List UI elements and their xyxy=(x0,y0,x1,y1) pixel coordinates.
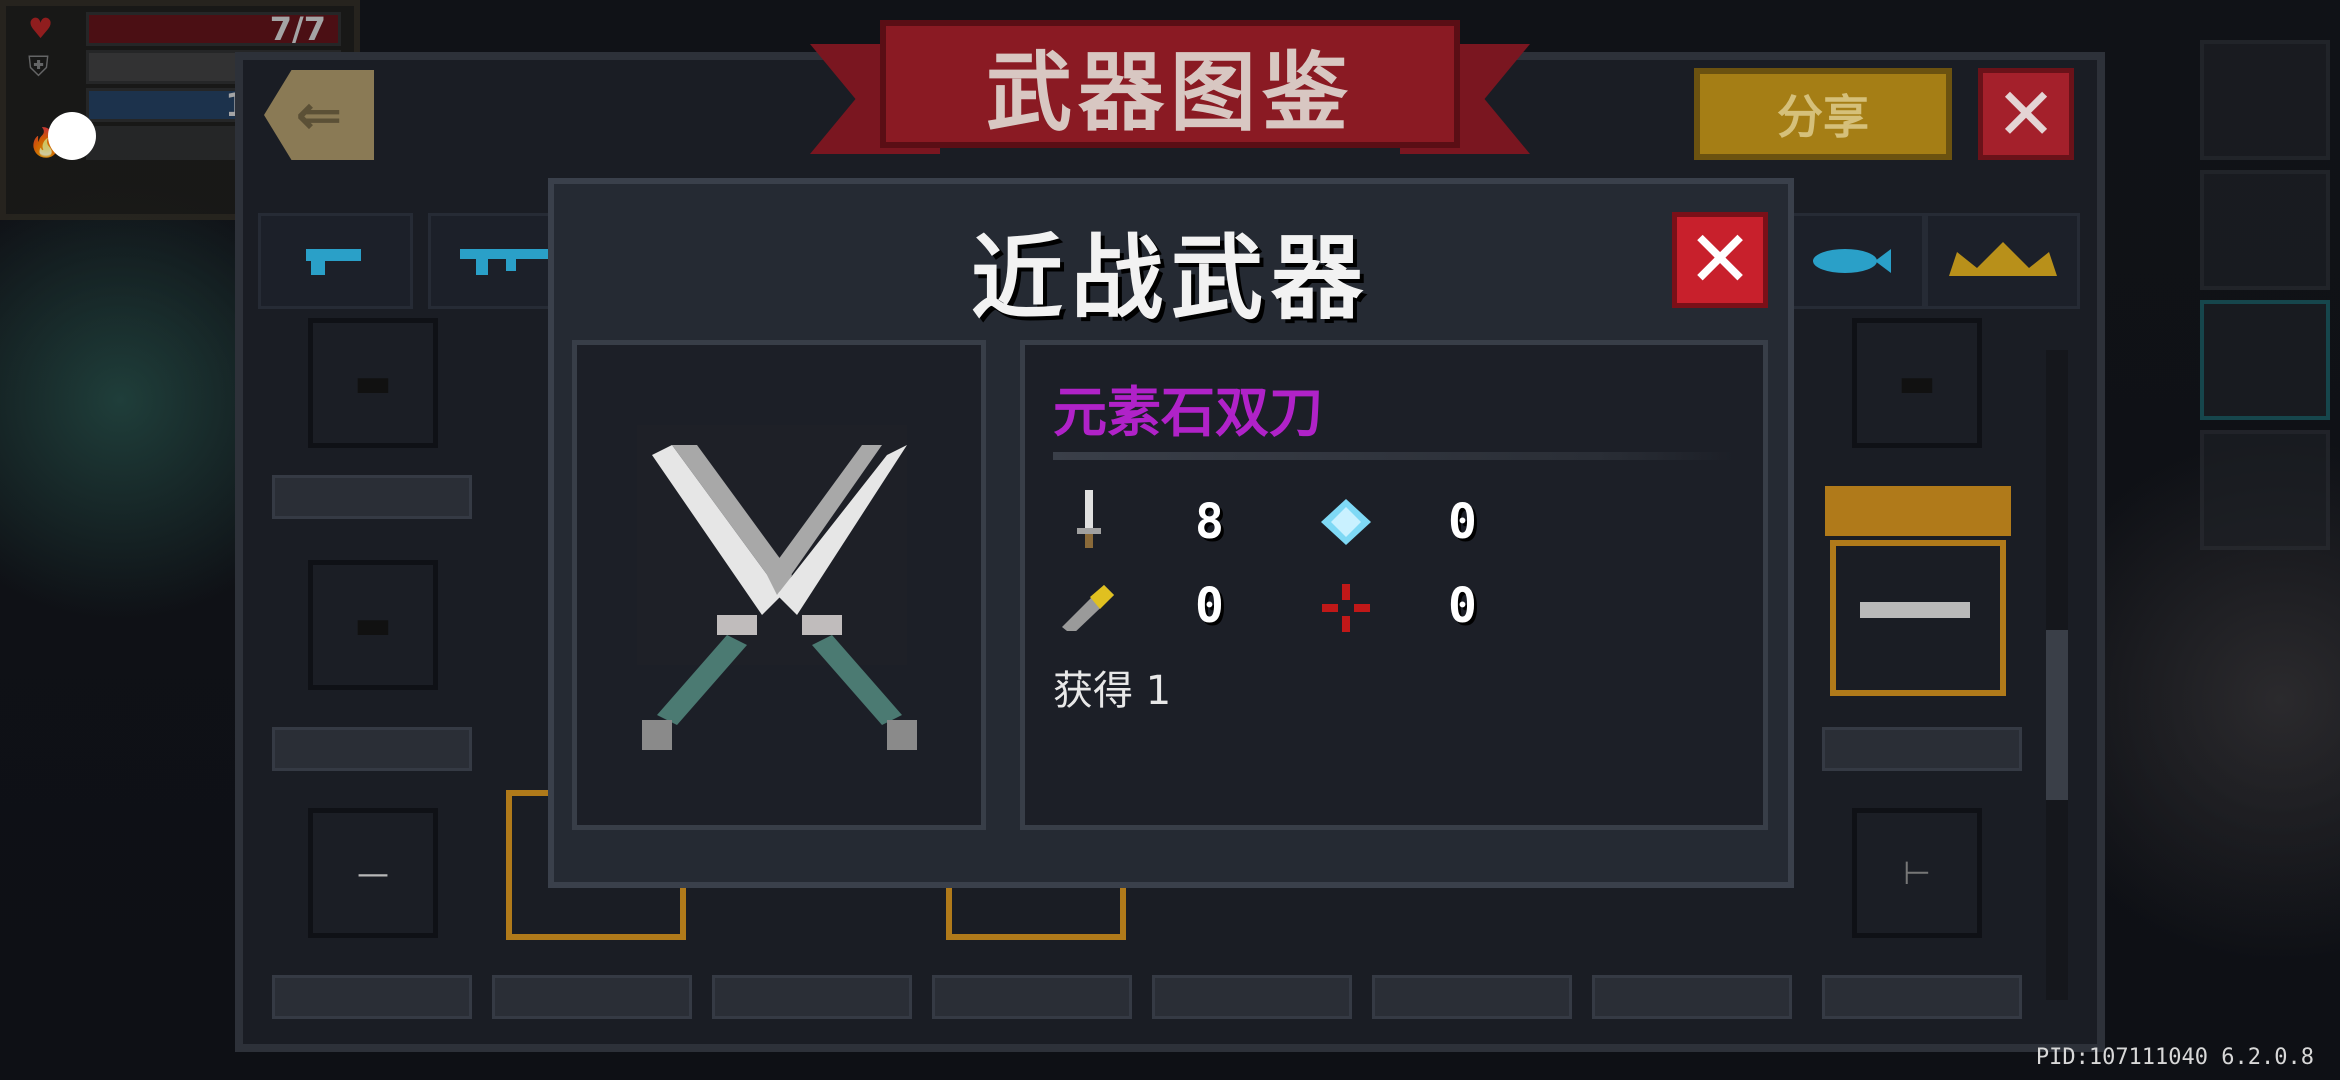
rare-slot-frame[interactable] xyxy=(1830,540,2006,696)
slot-plinth xyxy=(272,727,472,771)
shop-button[interactable] xyxy=(2200,300,2330,420)
swap-weapon-button[interactable] xyxy=(2200,170,2330,290)
blade-icon: ▬ xyxy=(354,602,392,648)
close-dialog-button[interactable]: ✕ xyxy=(1672,212,1768,308)
weapon-slot[interactable]: — xyxy=(308,808,438,938)
blade-icon: ▬ xyxy=(354,360,392,406)
slot-plinth xyxy=(1822,727,2022,771)
weapon-image-frame xyxy=(572,340,986,830)
back-arrow-icon: ⇐ xyxy=(295,82,343,148)
sword-icon: — xyxy=(357,854,389,892)
slot-plinth xyxy=(272,975,472,1019)
name-divider xyxy=(1053,452,1733,460)
dual-blades-icon xyxy=(637,425,917,750)
pause-button[interactable] xyxy=(2200,40,2330,160)
crown-icon xyxy=(1948,242,2057,276)
heart-icon: ♥ xyxy=(28,12,54,45)
damage-value: 8 xyxy=(1195,494,1224,550)
slot-plinth xyxy=(712,975,912,1019)
rare-slot-top xyxy=(1825,486,2011,536)
slot-plinth xyxy=(932,975,1132,1019)
crit-icon xyxy=(1058,578,1114,634)
weapon-slot[interactable]: ▬ xyxy=(1852,318,1982,448)
touch-indicator xyxy=(48,112,96,160)
close-panel-button[interactable]: ✕ xyxy=(1978,68,2074,160)
energy-icon xyxy=(1318,494,1374,550)
pistol-icon xyxy=(305,249,361,275)
blade-icon: ▬ xyxy=(1898,360,1936,406)
rifle-icon xyxy=(459,249,550,275)
dialog-title: 近战武器 xyxy=(970,225,1371,332)
slot-plinth xyxy=(1822,975,2022,1019)
weapon-slot[interactable]: ▬ xyxy=(308,560,438,690)
tab-legendary[interactable] xyxy=(1925,213,2080,309)
sword-icon xyxy=(1860,602,1970,618)
obtained-count: 获得 1 xyxy=(1053,668,1172,714)
hammer-icon: ⊢ xyxy=(1903,854,1931,892)
skill-button[interactable] xyxy=(2200,430,2330,550)
slot-plinth xyxy=(1152,975,1352,1019)
page-title: 武器图鉴 xyxy=(880,20,1460,148)
shield-icon: ⛨ xyxy=(28,50,50,83)
slot-plinth xyxy=(492,975,692,1019)
crit-chance-value: 0 xyxy=(1195,578,1224,634)
health-bar: 7/7 xyxy=(86,12,341,46)
slot-plinth xyxy=(1372,975,1572,1019)
slot-plinth xyxy=(272,475,472,519)
slot-plinth xyxy=(1592,975,1792,1019)
tab-pistol[interactable] xyxy=(258,213,413,309)
weapon-slot[interactable]: ⊢ xyxy=(1852,808,1982,938)
energy-cost-value: 0 xyxy=(1448,494,1477,550)
grid-scrollbar-thumb[interactable] xyxy=(2046,630,2068,800)
weapon-name: 元素石双刀 xyxy=(1053,381,1323,444)
share-button[interactable]: 分享 xyxy=(1694,68,1952,160)
accuracy-value: 0 xyxy=(1448,578,1477,634)
crosshair-icon xyxy=(1318,580,1374,636)
fish-icon xyxy=(1812,249,1891,273)
damage-icon xyxy=(1060,490,1116,548)
weapon-slot[interactable]: ▬ xyxy=(308,318,438,448)
title-banner: 武器图鉴 xyxy=(810,20,1530,160)
player-id-version: PID:107111040 6.2.0.8 xyxy=(2035,1045,2314,1070)
